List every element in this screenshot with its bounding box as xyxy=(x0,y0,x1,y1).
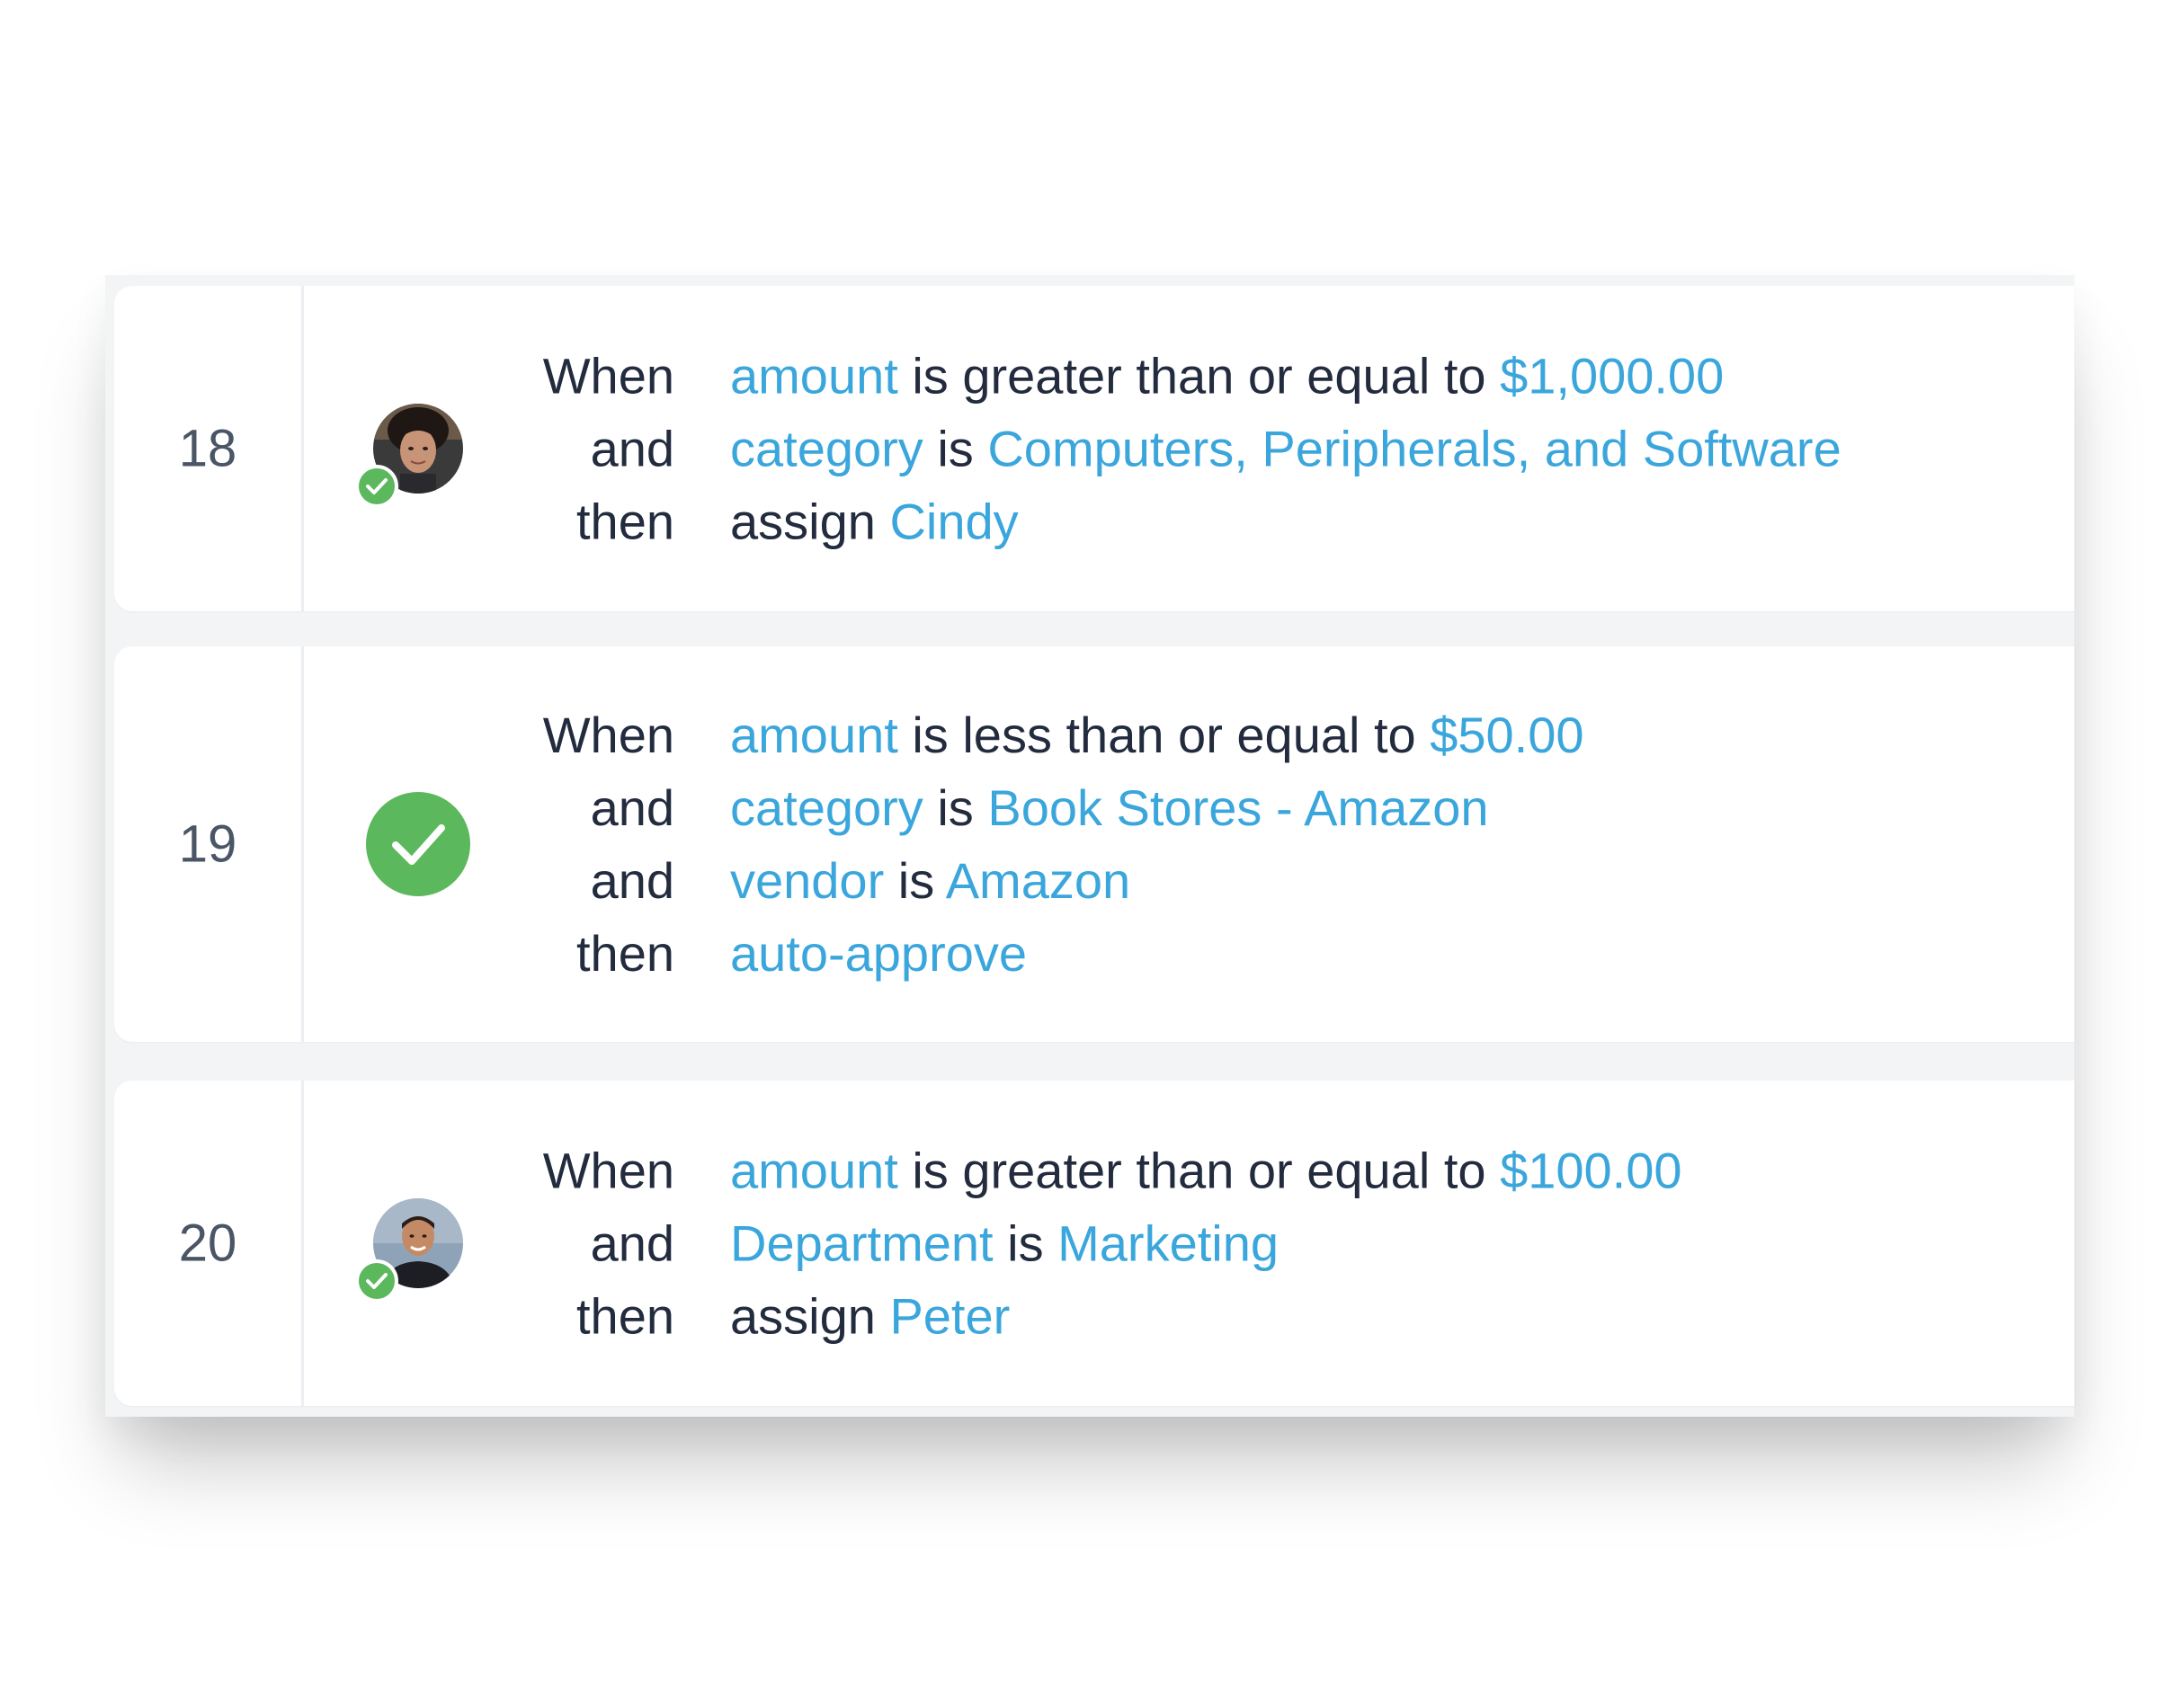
action-keyword: then xyxy=(576,1287,674,1345)
action-clause: assign Peter xyxy=(730,1280,1010,1353)
condition-clause: category is Computers, Peripherals, and … xyxy=(730,413,1841,485)
condition-clause: amount is greater than or equal to $1,00… xyxy=(730,340,1724,413)
value-link[interactable]: Book Stores - Amazon xyxy=(987,779,1488,836)
action-clause: assign Cindy xyxy=(730,485,1019,558)
rule-conditions: When amount is greater than or equal to … xyxy=(114,1134,2074,1353)
action-link[interactable]: auto-approve xyxy=(730,925,1027,982)
operator-text: is less than or equal to xyxy=(897,707,1431,763)
condition-clause: amount is greater than or equal to $100.… xyxy=(730,1134,1682,1207)
operator-text: is greater than or equal to xyxy=(897,347,1501,405)
action-line: then auto-approve xyxy=(114,917,2074,990)
condition-line: and category is Book Stores - Amazon xyxy=(114,771,2074,844)
rule-row-18[interactable]: 18 When amount is greater than or equal … xyxy=(114,286,2074,611)
operator-text: is xyxy=(923,779,988,836)
field-link[interactable]: amount xyxy=(730,1143,898,1199)
action-keyword: then xyxy=(576,493,674,550)
value-link[interactable]: Computers, Peripherals, and Software xyxy=(987,421,1841,477)
assignee-link[interactable]: Cindy xyxy=(889,494,1018,550)
value-link[interactable]: $100.00 xyxy=(1500,1143,1681,1199)
condition-keyword: When xyxy=(542,707,674,763)
condition-keyword: When xyxy=(542,347,674,405)
field-link[interactable]: category xyxy=(730,779,923,836)
condition-line: and vendor is Amazon xyxy=(114,844,2074,917)
value-link[interactable]: $50.00 xyxy=(1430,707,1583,763)
approval-rules-list: 18 When amount is greater than or equal … xyxy=(105,275,2074,1417)
field-link[interactable]: category xyxy=(730,421,923,477)
condition-keyword: and xyxy=(590,779,674,836)
assignee-link[interactable]: Peter xyxy=(889,1288,1010,1345)
rule-conditions: When amount is less than or equal to $50… xyxy=(114,698,2074,990)
condition-keyword: and xyxy=(590,420,674,477)
action-keyword: then xyxy=(576,925,674,982)
condition-keyword: and xyxy=(590,852,674,909)
action-line: then assign Peter xyxy=(114,1280,2074,1353)
condition-line: and Department is Marketing xyxy=(114,1207,2074,1280)
operator-text: is xyxy=(993,1214,1058,1272)
condition-clause: Department is Marketing xyxy=(730,1207,1279,1280)
condition-line: When amount is greater than or equal to … xyxy=(114,1134,2074,1207)
action-text: assign xyxy=(730,493,890,550)
rule-conditions: When amount is greater than or equal to … xyxy=(114,340,2074,558)
condition-keyword: and xyxy=(590,1214,674,1272)
action-text: assign xyxy=(730,1287,890,1345)
field-link[interactable]: Department xyxy=(730,1215,994,1272)
rule-row-20[interactable]: 20 When amount is greater than or equal … xyxy=(114,1081,2074,1406)
action-line: then assign Cindy xyxy=(114,485,2074,558)
operator-text: is greater than or equal to xyxy=(897,1142,1501,1199)
operator-text: is xyxy=(923,420,988,477)
condition-clause: vendor is Amazon xyxy=(730,844,1130,917)
condition-line: When amount is less than or equal to $50… xyxy=(114,698,2074,771)
value-link[interactable]: Amazon xyxy=(946,852,1130,909)
condition-line: and category is Computers, Peripherals, … xyxy=(114,413,2074,485)
field-link[interactable]: amount xyxy=(730,348,898,405)
rule-row-19[interactable]: 19 When amount is less than or equal to … xyxy=(114,646,2074,1042)
field-link[interactable]: amount xyxy=(730,707,898,763)
operator-text: is xyxy=(884,852,946,909)
condition-clause: category is Book Stores - Amazon xyxy=(730,771,1489,844)
value-link[interactable]: $1,000.00 xyxy=(1500,348,1724,405)
condition-keyword: When xyxy=(542,1142,674,1199)
action-clause: auto-approve xyxy=(730,917,1027,990)
field-link[interactable]: vendor xyxy=(730,852,884,909)
condition-clause: amount is less than or equal to $50.00 xyxy=(730,698,1584,771)
value-link[interactable]: Marketing xyxy=(1057,1215,1279,1272)
condition-line: When amount is greater than or equal to … xyxy=(114,340,2074,413)
